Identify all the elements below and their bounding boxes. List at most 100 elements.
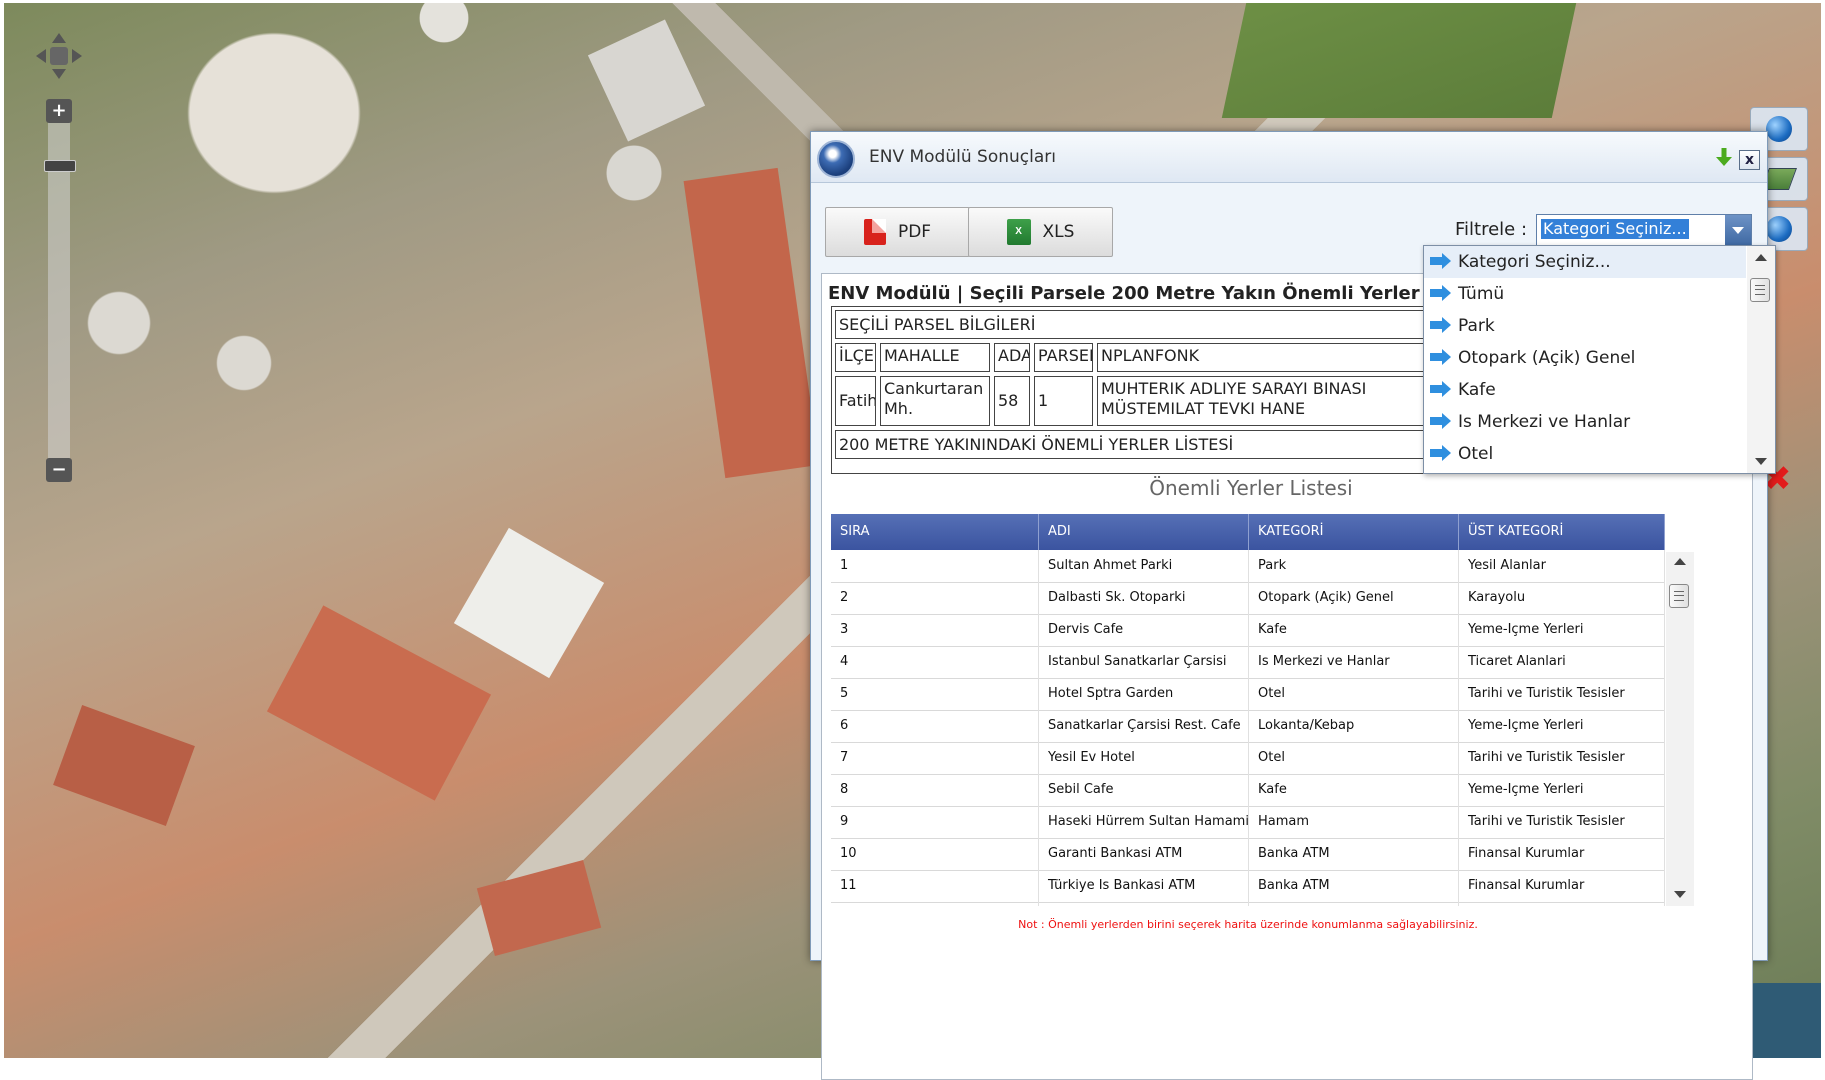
cell-sira: 8 — [831, 774, 1039, 806]
dialog-close-button[interactable]: x — [1739, 150, 1760, 170]
cell-ust-kategori: Yeme-Içme Yerleri — [1459, 614, 1665, 646]
dropdown-option[interactable]: Otel — [1424, 438, 1746, 470]
map-pan-control[interactable] — [36, 33, 82, 79]
table-row[interactable]: 6 Sanatkarlar Çarsisi Rest. Cafe Lokanta/K… — [831, 710, 1665, 743]
cell-kategori: Lokanta/Kebap — [1249, 710, 1459, 742]
minimize-arrow-icon[interactable] — [1713, 146, 1735, 168]
table-row[interactable]: 2 Dalbasti Sk. Otoparki Otopark (Açik) Gen… — [831, 582, 1665, 615]
category-dropdown-list[interactable]: Kategori Seçiniz... Tümü Park Otopark (Açik… — [1423, 245, 1776, 474]
table-row[interactable]: 1 Sultan Ahmet Parki Park Yesil Alanlar — [831, 550, 1665, 583]
cell-ust-kategori: Finansal Kurumlar — [1459, 838, 1665, 870]
table-row[interactable]: 9 Haseki Hürrem Sultan Hamami Hamam Tarihi … — [831, 806, 1665, 839]
pan-left-icon[interactable] — [36, 49, 46, 63]
scroll-thumb[interactable] — [1669, 584, 1689, 608]
dropdown-option[interactable]: Is Merkezi ve Hanlar — [1424, 406, 1746, 438]
cell-adi: Sultan Ahmet Parki — [1039, 550, 1249, 582]
map-building — [266, 605, 492, 801]
dropdown-toggle-button[interactable] — [1725, 215, 1751, 245]
cell-sira: 1 — [831, 550, 1039, 582]
dropdown-option[interactable]: Otopark (Açik) Genel — [1424, 342, 1746, 374]
cell-ust-kategori: Yesil Alanlar — [1459, 550, 1665, 582]
cell-adi: Sebil Cafe — [1039, 774, 1249, 806]
dropdown-option[interactable]: Tümü — [1424, 278, 1746, 310]
scroll-up-icon[interactable] — [1674, 558, 1686, 565]
cell-ust-kategori: Finansal Kurumlar — [1459, 902, 1665, 906]
column-header-sira[interactable]: SIRA — [831, 514, 1039, 550]
parcel-header-parsel: PARSEL — [1034, 343, 1093, 372]
dropdown-option-label: Kafe — [1458, 380, 1496, 400]
table-row[interactable]: 7 Yesil Ev Hotel Otel Tarihi ve Turistik Te… — [831, 742, 1665, 775]
cell-kategori: Hamam — [1249, 806, 1459, 838]
grid-header: SIRA ADI KATEGORİ ÜST KATEGORİ — [831, 514, 1665, 550]
cell-adi: Yesil Ev Hotel — [1039, 742, 1249, 774]
scroll-thumb[interactable] — [1750, 278, 1770, 302]
parcel-value-ilce: Fatih — [835, 376, 876, 426]
table-row[interactable]: 5 Hotel Sptra Garden Otel Tarihi ve Turisti… — [831, 678, 1665, 711]
dropdown-option-label: Otopark (Açik) Genel — [1458, 348, 1636, 368]
scroll-down-icon[interactable] — [1674, 891, 1686, 898]
cell-kategori: Otel — [1249, 678, 1459, 710]
pan-up-icon[interactable] — [52, 33, 66, 43]
cell-adi: Türkiye Is Bankasi ATM — [1039, 870, 1249, 902]
filter-label: Filtrele : — [1455, 219, 1528, 240]
dropdown-option-label: Otel — [1458, 444, 1494, 464]
cell-kategori: Otel — [1249, 742, 1459, 774]
cell-kategori: Kafe — [1249, 614, 1459, 646]
table-row[interactable]: 12Akbank ATMBanka ATMFinansal Kurumlar — [831, 902, 1665, 906]
pdf-file-icon — [863, 219, 886, 245]
cell-adi: Dervis Cafe — [1039, 614, 1249, 646]
arrow-right-icon — [1430, 413, 1451, 429]
zoom-in-button[interactable]: + — [46, 99, 72, 123]
cell-sira: 7 — [831, 742, 1039, 774]
cell-sira: 6 — [831, 710, 1039, 742]
places-grid: SIRA ADI KATEGORİ ÜST KATEGORİ 1 Sultan A… — [831, 514, 1665, 906]
dialog-title: ENV Modülü Sonuçları — [869, 147, 1056, 167]
table-row[interactable]: 8 Sebil Cafe Kafe Yeme-Içme Yerleri — [831, 774, 1665, 807]
parcel-value-parsel: 1 — [1034, 376, 1093, 426]
cell-adi: Dalbasti Sk. Otoparki — [1039, 582, 1249, 614]
nearby-list-title: 200 METRE YAKININDAKİ ÖNEMLİ YERLER LİST… — [835, 430, 1449, 459]
map-building — [453, 527, 605, 679]
column-header-kategori[interactable]: KATEGORİ — [1249, 514, 1459, 550]
column-header-adi[interactable]: ADI — [1039, 514, 1249, 550]
table-row[interactable]: 3 Dervis Cafe Kafe Yeme-Içme Yerleri — [831, 614, 1665, 647]
dropdown-option[interactable]: Park — [1424, 310, 1746, 342]
zoom-slider-track[interactable] — [48, 102, 70, 474]
export-pdf-button[interactable]: PDF — [825, 207, 970, 257]
cell-adi: Haseki Hürrem Sultan Hamami — [1039, 806, 1249, 838]
cell-sira: 11 — [831, 870, 1039, 902]
dropdown-option-label: Tümü — [1458, 284, 1505, 304]
parcel-section-title: SEÇİLİ PARSEL BİLGİLERİ — [835, 310, 1449, 339]
scroll-up-icon[interactable] — [1755, 254, 1767, 261]
cell-sira: 10 — [831, 838, 1039, 870]
chevron-down-icon — [1732, 226, 1744, 234]
dropdown-option[interactable]: Kafe — [1424, 374, 1746, 406]
zoom-slider-handle[interactable] — [44, 160, 76, 172]
table-row[interactable]: 4 Istanbul Sanatkarlar Çarsisi Is Merkezi … — [831, 646, 1665, 679]
cell-sira: 12 — [831, 902, 1039, 906]
category-filter-select[interactable]: Kategori Seçiniz... — [1536, 214, 1752, 246]
cell-kategori: Kafe — [1249, 774, 1459, 806]
map-building — [683, 167, 820, 479]
pan-down-icon[interactable] — [52, 69, 66, 79]
pan-center-icon[interactable] — [50, 47, 68, 65]
app-logo-icon — [817, 140, 855, 178]
pan-right-icon[interactable] — [72, 49, 82, 63]
grid-scrollbar[interactable] — [1666, 552, 1694, 906]
cell-ust-kategori: Finansal Kurumlar — [1459, 870, 1665, 902]
dropdown-option[interactable]: Kategori Seçiniz... — [1424, 246, 1746, 278]
export-xls-button[interactable]: X XLS — [968, 207, 1113, 257]
dropdown-scrollbar[interactable] — [1747, 246, 1775, 473]
scroll-down-icon[interactable] — [1755, 458, 1767, 465]
cell-ust-kategori: Tarihi ve Turistik Tesisler — [1459, 678, 1665, 710]
arrow-right-icon — [1430, 317, 1451, 333]
zoom-out-button[interactable]: − — [46, 458, 72, 482]
column-header-ust-kategori[interactable]: ÜST KATEGORİ — [1459, 514, 1665, 550]
cell-sira: 9 — [831, 806, 1039, 838]
excel-file-icon: X — [1006, 219, 1031, 245]
arrow-right-icon — [1430, 381, 1451, 397]
table-row[interactable]: 10 Garanti Bankasi ATM Banka ATM Finansal K… — [831, 838, 1665, 871]
table-row[interactable]: 11 Türkiye Is Bankasi ATM Banka ATM Finansa… — [831, 870, 1665, 903]
cell-kategori: Otopark (Açik) Genel — [1249, 582, 1459, 614]
dialog-titlebar[interactable]: ENV Modülü Sonuçları x — [811, 132, 1767, 183]
